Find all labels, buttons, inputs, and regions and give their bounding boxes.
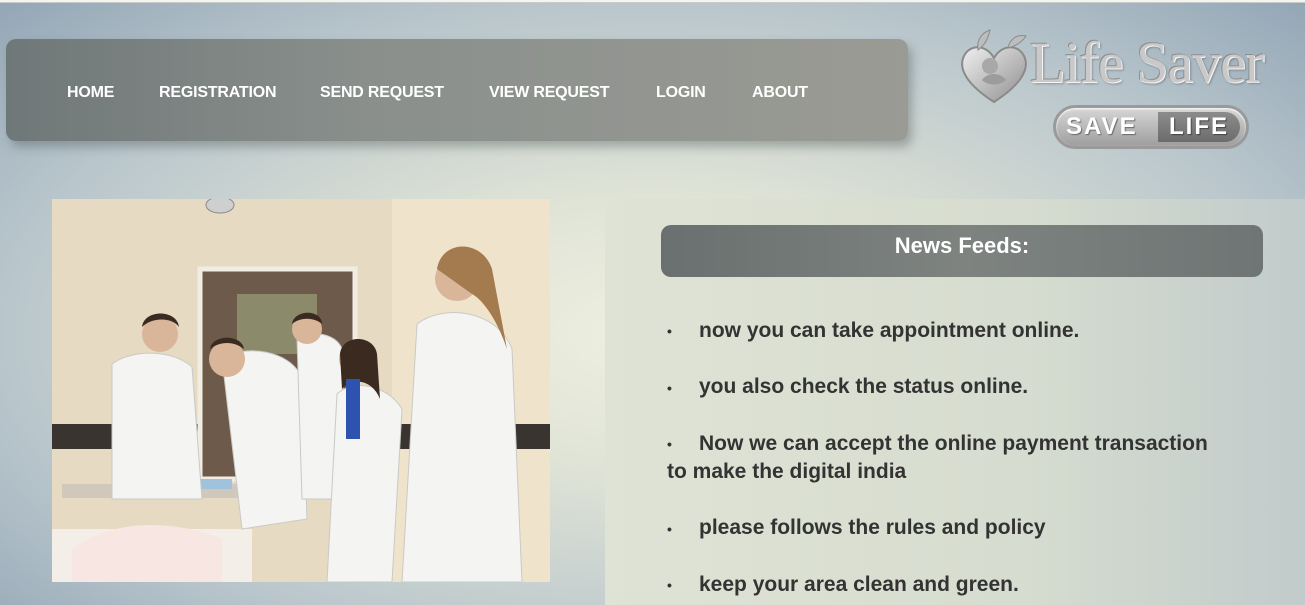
top-border — [0, 0, 1305, 3]
nav-send-request-link[interactable]: SEND REQUEST — [320, 84, 444, 102]
news-title: News Feeds: — [894, 233, 1030, 258]
site-logo: Life Saver SAVE LIFE — [956, 28, 1266, 154]
nav-registration-link[interactable]: REGISTRATION — [159, 84, 277, 102]
logo-badge: SAVE LIFE — [1053, 105, 1249, 149]
news-item: • keep your area clean and green. — [667, 571, 1227, 599]
bullet-icon: • — [667, 379, 672, 396]
nav-home-link[interactable]: HOME — [67, 84, 114, 102]
nav-login-link[interactable]: LOGIN — [656, 84, 706, 102]
logo-title: Life Saver — [1030, 30, 1264, 95]
bullet-icon: • — [667, 436, 672, 453]
nav-about-link[interactable]: ABOUT — [752, 84, 808, 102]
news-list: • now you can take appointment online. • y… — [667, 317, 1227, 605]
news-item: • now you can take appointment online. — [667, 317, 1227, 345]
nav-view-request-link[interactable]: VIEW REQUEST — [489, 84, 609, 102]
main-nav: HOME REGISTRATION SEND REQUEST VIEW REQU… — [6, 39, 908, 141]
news-item: • you also check the status online. — [667, 373, 1227, 401]
news-header: News Feeds: — [661, 225, 1263, 277]
hospital-photo — [52, 199, 550, 582]
news-item: • please follows the rules and policy — [667, 514, 1227, 542]
doctors-ward-illustration — [52, 199, 550, 582]
logo-badge-save: SAVE — [1066, 113, 1138, 140]
bullet-icon: • — [667, 577, 672, 594]
bullet-icon: • — [667, 323, 672, 340]
news-item: • Now we can accept the online payment tr… — [667, 431, 1208, 484]
bullet-icon: • — [667, 520, 672, 537]
heart-leaf-icon — [961, 29, 1027, 104]
logo-badge-life: LIFE — [1158, 112, 1240, 142]
news-panel: News Feeds: • now you can take appointmen… — [605, 199, 1305, 605]
